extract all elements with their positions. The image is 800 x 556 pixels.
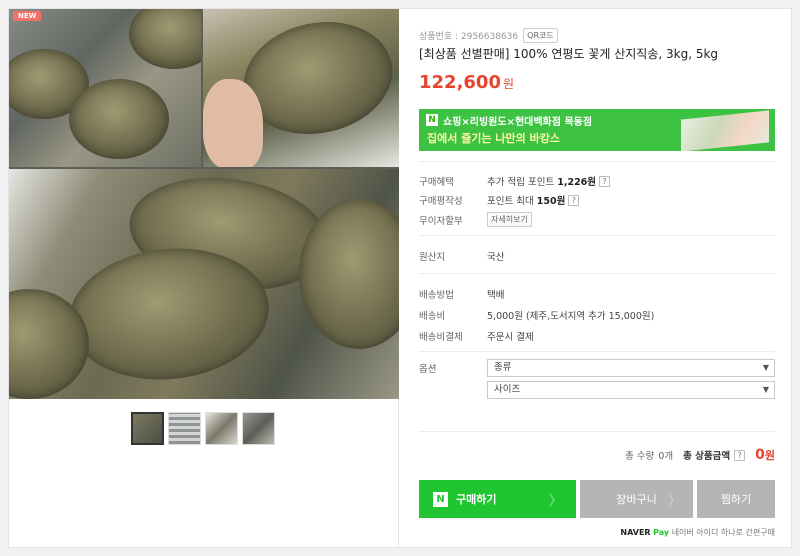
thumbnail-2[interactable] [168,412,201,445]
naver-pay-text: 네이버 아이디 하나로 간편구매 [671,528,775,537]
purchase-benefit-points: 1,226원 [557,177,597,188]
chevron-right-icon: 〉 [667,493,681,509]
naver-n-icon: N [433,491,448,507]
product-title: [최상품 선별판매] 100% 연평도 꽃게 산지직송, 3kg, 5kg [419,47,719,61]
price-currency: 원 [502,77,515,91]
total-qty-value: 0개 [658,451,674,462]
main-product-image[interactable]: NEW [9,9,399,399]
cart-button-label: 장바구니 [616,493,657,506]
row-shipping-method: 배송방법 택배 [419,287,504,301]
banner-line-1: 쇼핑×리빙원도×현대백화점 목동점 [443,117,593,128]
option-size-value: 사이즈 [494,384,521,395]
review-point-prefix: 포인트 최대 [487,196,534,207]
product-info: 상품번호 : 2956638636 QR코드 [최상품 선별판매] 100% 연… [419,9,775,549]
review-point-label: 구매평작성 [419,196,463,207]
wishlist-button-label: 찜하기 [720,493,752,506]
total-amount: 0원 [755,447,775,463]
product-price: 122,600 원 [419,72,514,93]
total-qty-label: 총 수량 [625,451,655,462]
total-amount-unit: 원 [764,449,775,462]
review-point-value: 포인트 최대 150원 ? [487,193,580,207]
product-number: 상품번호 : 2956638636 QR코드 [419,28,558,43]
option-size-select[interactable]: 사이즈 ▼ [487,381,775,399]
banner-line-2: 집에서 즐기는 나만의 바캉스 [427,132,560,145]
row-installment: 무이자할부 자세히보기 [419,212,532,227]
thumbnail-4[interactable] [242,412,275,445]
option-label: 옵션 [419,364,437,375]
installment-detail-button[interactable]: 자세히보기 [487,212,532,227]
review-point-amount: 150원 [536,196,566,207]
shipping-method-label: 배송방법 [419,290,454,301]
help-icon[interactable]: ? [599,175,611,187]
shipping-method-value: 택배 [487,290,505,301]
buy-button[interactable]: N 구매하기 〉 [419,480,576,518]
row-shipping-fee: 배송비 5,000원 (제주,도서지역 추가 15,000원) [419,308,654,322]
row-review-point: 구매평작성 포인트 최대 150원 ? [419,193,580,207]
origin-value: 국산 [487,252,505,263]
divider [419,431,775,432]
new-badge: NEW [13,11,42,21]
naver-pay-note: NAVER Pay 네이버 아이디 하나로 간편구매 [620,527,775,538]
thumbnail-1[interactable] [131,412,164,445]
row-options: 옵션 [419,361,487,375]
purchase-benefit-value: 추가 적립 포인트 1,226원 ? [487,174,611,188]
naver-n-icon: N [426,114,438,126]
product-number-text: 상품번호 : 2956638636 [419,32,519,42]
row-purchase-benefit: 구매혜택 추가 적립 포인트 1,226원 ? [419,174,611,188]
crab-photo-2 [203,9,399,167]
shipping-payment-label: 배송비결제 [419,332,463,343]
qr-code-button[interactable]: QR코드 [523,28,558,43]
installment-label: 무이자할부 [419,215,463,227]
purchase-benefit-label: 구매혜택 [419,177,454,188]
origin-label: 원산지 [419,252,446,263]
banner-illustration [681,110,769,151]
option-type-select[interactable]: 종류 ▼ [487,359,775,377]
crab-photo-3 [9,169,399,399]
thumbnail-3[interactable] [205,412,238,445]
total-amount-value: 0 [755,447,765,463]
row-origin: 원산지 국산 [419,249,504,263]
chevron-down-icon: ▼ [762,385,769,394]
help-icon[interactable]: ? [734,449,746,461]
total-amount-label: 총 상품금액 [683,451,731,462]
option-type-value: 종류 [494,362,512,373]
add-to-cart-button[interactable]: 장바구니 〉 [580,480,693,518]
buy-button-label: 구매하기 [456,493,497,506]
purchase-benefit-prefix: 추가 적립 포인트 [487,177,555,188]
shipping-payment-value: 주문시 결제 [487,332,534,343]
product-frame: NEW 상품번호 : 2956638636 QR코드 [최상품 선별판매] 10… [8,8,792,549]
naver-pay-brand: NAVER [620,528,651,537]
order-total: 총 수량 0개 총 상품금액 ? 0원 [625,447,775,463]
product-gallery: NEW [9,9,399,549]
divider [419,235,775,236]
divider [419,273,775,274]
promo-banner[interactable]: N 쇼핑×리빙원도×현대백화점 목동점 집에서 즐기는 나만의 바캉스 [419,109,775,151]
shipping-fee-value: 5,000원 (제주,도서지역 추가 15,000원) [487,311,655,322]
help-icon[interactable]: ? [568,194,580,206]
price-value: 122,600 [419,72,501,93]
crab-photo-1 [9,9,201,167]
divider [419,351,775,352]
shipping-fee-label: 배송비 [419,311,446,322]
row-shipping-payment: 배송비결제 주문시 결제 [419,329,534,343]
wishlist-button[interactable]: 찜하기 [697,480,775,518]
chevron-right-icon: 〉 [548,493,562,509]
chevron-down-icon: ▼ [762,363,769,372]
divider [419,161,775,162]
thumbnail-list [131,412,275,445]
naver-pay-label: Pay [653,528,670,537]
